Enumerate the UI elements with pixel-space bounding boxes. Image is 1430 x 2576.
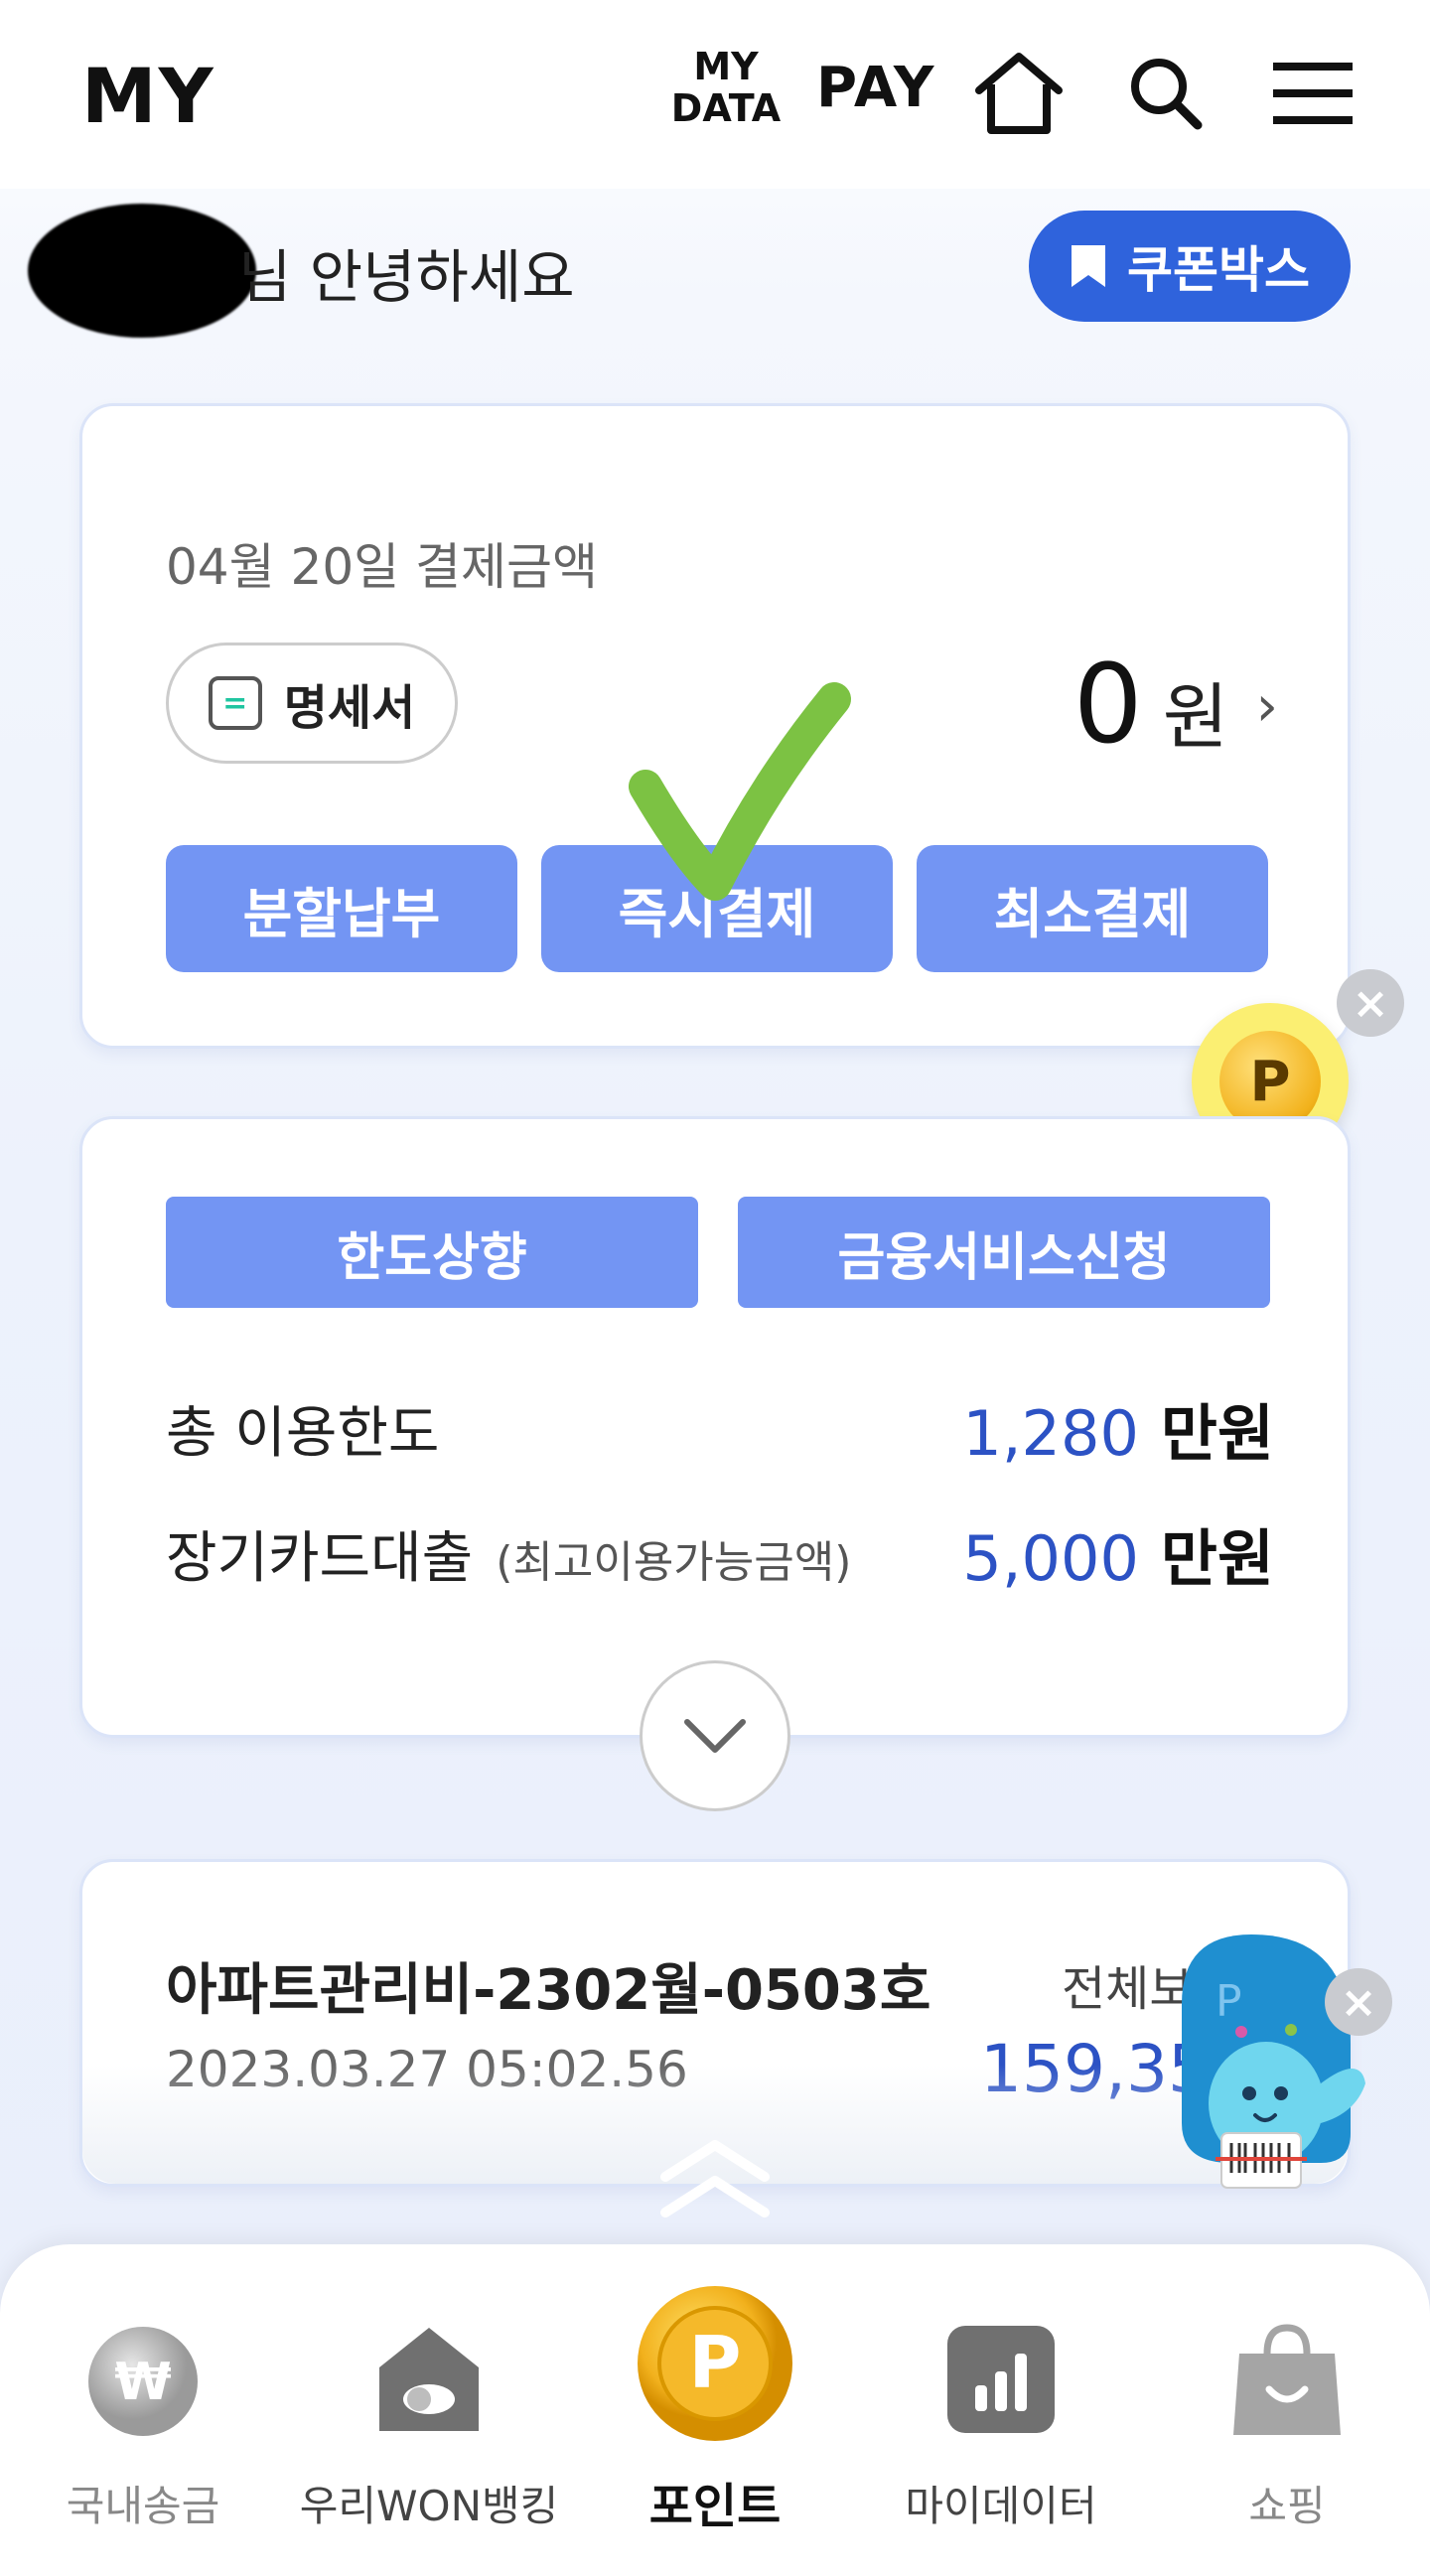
bottom-navigation: ₩ 국내송금 우리WON뱅킹 P 포인트 마이데이터 쇼핑 (0, 2244, 1430, 2576)
transaction-title: 아파트관리비-2302월-0503호 (166, 1958, 931, 2023)
coupon-box-button[interactable]: 쿠폰박스 (1029, 211, 1351, 322)
double-chevron-up-icon[interactable] (655, 2135, 775, 2224)
expand-button[interactable] (640, 1660, 790, 1811)
mydata-button[interactable]: MY DATA (667, 46, 785, 129)
greeting-text: 님 안녕하세요 (238, 243, 575, 311)
statement-button[interactable]: = 명세서 (166, 643, 458, 764)
payment-amount-value: 0 (1072, 641, 1143, 768)
payment-date-label: 04월 20일 결제금액 (166, 538, 599, 596)
total-limit-row: 총 이용한도 1,280 만원 (166, 1383, 1274, 1473)
svg-text:₩: ₩ (114, 2353, 171, 2412)
instant-payment-button[interactable]: 즉시결제 (541, 845, 893, 972)
mydata-line1: MY (693, 45, 759, 88)
card-loan-row: 장기카드대출 (최고이용가능금액) 5,000 만원 (166, 1508, 1274, 1598)
chevron-down-icon (684, 1719, 746, 1753)
total-limit-label: 총 이용한도 (166, 1400, 440, 1466)
statement-label: 명세서 (283, 680, 416, 736)
search-icon[interactable] (1116, 44, 1216, 143)
payment-card: 04월 20일 결제금액 = 명세서 0 원 › 분할납부 즉시결제 최소결제 (79, 403, 1351, 1049)
installment-button[interactable]: 분할납부 (166, 845, 517, 972)
menu-icon[interactable] (1263, 44, 1362, 143)
mascot-close-icon[interactable]: × (1325, 1968, 1392, 2036)
point-coin-icon: P (638, 2286, 792, 2441)
nav-item-domestic-transfer[interactable]: ₩ 국내송금 (0, 2244, 286, 2576)
nav-label-shopping: 쇼핑 (1248, 2482, 1326, 2530)
bar-chart-icon (947, 2326, 1055, 2433)
pay-button[interactable]: PAY (816, 56, 935, 120)
redacted-username (28, 204, 256, 338)
card-loan-unit: 만원 (1160, 1522, 1274, 1595)
svg-text:P: P (1216, 1976, 1242, 2027)
nav-item-mydata[interactable]: 마이데이터 (858, 2244, 1144, 2576)
svg-text:P: P (689, 2321, 742, 2404)
house-icon (379, 2328, 479, 2431)
total-limit-unit: 만원 (1160, 1397, 1274, 1470)
statement-icon: = (208, 676, 262, 730)
page-title: MY (81, 52, 215, 140)
nav-item-point[interactable]: P 포인트 (572, 2244, 858, 2576)
nav-label-mydata: 마이데이터 (905, 2482, 1097, 2530)
nav-label-domestic-transfer: 국내송금 (66, 2482, 220, 2530)
shopping-bag-icon (1233, 2324, 1341, 2435)
nav-label-woori-won-banking: 우리WON뱅킹 (299, 2482, 559, 2530)
top-bar: MY MY DATA PAY (0, 0, 1430, 189)
payment-amount[interactable]: 0 원 (1073, 641, 1228, 768)
financial-service-button[interactable]: 금융서비스신청 (738, 1197, 1270, 1308)
nav-item-woori-won-banking[interactable]: 우리WON뱅킹 (286, 2244, 572, 2576)
bookmark-icon (1072, 245, 1105, 287)
home-icon[interactable] (969, 44, 1069, 143)
payment-amount-unit: 원 (1162, 675, 1228, 759)
won-coin-icon: ₩ (88, 2327, 198, 2436)
limit-card: 한도상향 금융서비스신청 총 이용한도 1,280 만원 장기카드대출 (최고이… (79, 1116, 1351, 1738)
nav-label-point: 포인트 (648, 2479, 782, 2534)
card-loan-value: 5,000 (962, 1522, 1139, 1595)
card-loan-sublabel: (최고이용가능금액) (496, 1536, 852, 1588)
coupon-box-label: 쿠폰박스 (1127, 241, 1310, 299)
chevron-right-icon[interactable]: › (1256, 674, 1278, 739)
mydata-line2: DATA (670, 86, 782, 130)
card-loan-label: 장기카드대출 (166, 1525, 474, 1591)
limit-increase-button[interactable]: 한도상향 (166, 1197, 698, 1308)
close-icon[interactable]: × (1337, 969, 1404, 1037)
minimum-payment-button[interactable]: 최소결제 (917, 845, 1268, 972)
nav-item-shopping[interactable]: 쇼핑 (1144, 2244, 1430, 2576)
total-limit-value: 1,280 (962, 1397, 1139, 1470)
